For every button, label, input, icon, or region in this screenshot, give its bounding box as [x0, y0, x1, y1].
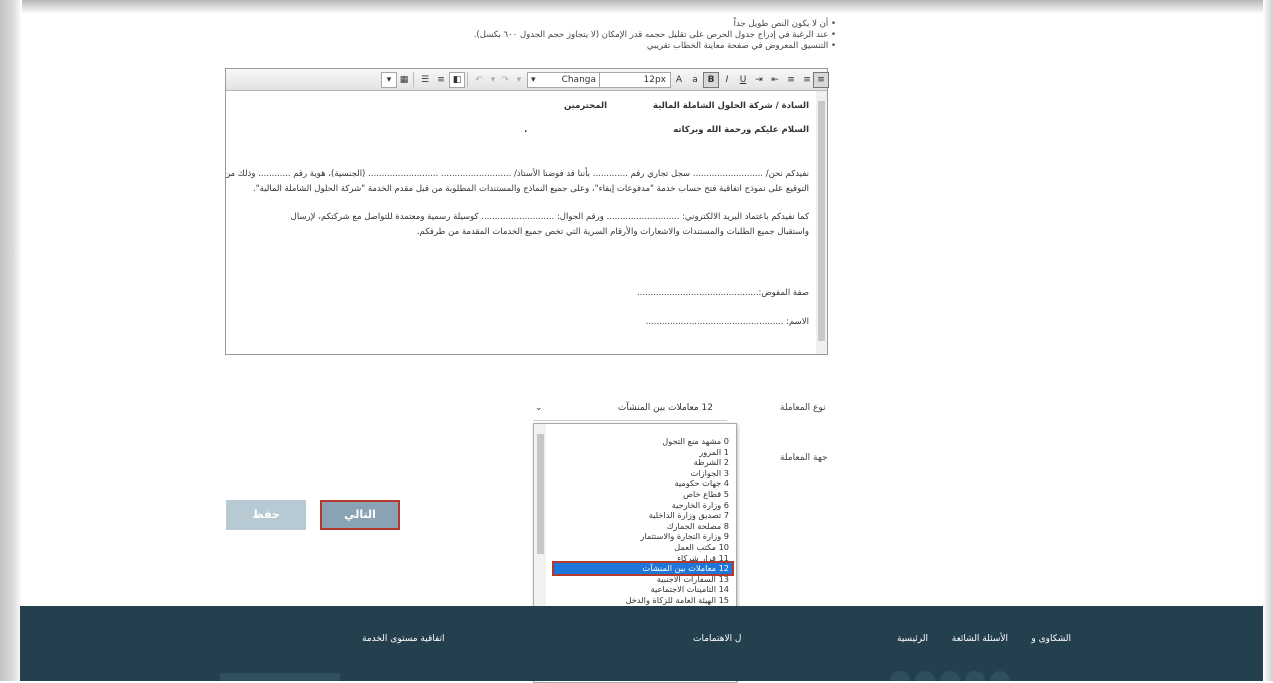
editor-instructions: • أن لا يكون النص طويل جداً • عند الرغبة… — [316, 19, 836, 52]
underline-icon[interactable]: U — [735, 72, 751, 88]
outdent-icon[interactable]: ⇤ — [767, 72, 783, 88]
dropdown-option[interactable]: 3 الجوازات — [554, 468, 732, 479]
dropdown-option[interactable]: 13 السفارات الاجنبية — [554, 574, 732, 585]
footer-decoration — [220, 671, 1010, 681]
bold-icon[interactable]: B — [703, 72, 719, 88]
dropdown-option[interactable]: 14 التامينات الاجتماعية — [554, 584, 732, 595]
footer-nav: الرئيسية الأسئلة الشائعة الشكاوى و ل الا… — [20, 634, 1263, 646]
italic-icon[interactable]: I — [719, 72, 735, 88]
dropdown-option[interactable]: 4 جهات حكومية — [554, 478, 732, 489]
numbered-list-icon[interactable]: ≡ — [433, 72, 449, 88]
format-icon[interactable]: ◧ — [449, 72, 465, 88]
editor-toolbar: ▾ ▦ ☰ ≡ ◧ ↶ ▾ ↷ ▾ ▾ Changa 12px A a B I … — [226, 69, 829, 91]
bullet-list-icon[interactable]: ☰ — [417, 72, 433, 88]
dropdown-option[interactable]: 1 المرور — [554, 447, 732, 458]
window-left-shadow — [0, 0, 22, 681]
signature-name-line: الاسم: .................................… — [645, 317, 809, 327]
redo-dropdown-icon[interactable]: ▾ — [511, 72, 527, 88]
indent-icon[interactable]: ⇥ — [751, 72, 767, 88]
transaction-type-label: نوع المعاملة — [780, 403, 826, 413]
dropdown-option[interactable]: 15 الهيئة العامة للزكاة والدخل — [554, 595, 732, 606]
dropdown-option[interactable]: 5 قطاع خاص — [554, 489, 732, 500]
window-top-shadow — [0, 0, 1273, 14]
rich-text-editor[interactable]: ▾ ▦ ☰ ≡ ◧ ↶ ▾ ↷ ▾ ▾ Changa 12px A a B I … — [225, 68, 829, 355]
editor-content[interactable]: السادة / شركة الحلول الشاملة المالية الم… — [226, 91, 815, 354]
letter-paragraph-1: نفيدكم نحن/ .......................... س… — [226, 169, 809, 179]
dropdown-arrow-icon[interactable]: ▾ — [381, 72, 397, 88]
chevron-down-icon: ⌄ — [535, 403, 543, 413]
transaction-entity-label: جهة المعاملة — [780, 453, 828, 463]
greeting-line: السلام عليكم ورحمة الله وبركاته . — [524, 125, 809, 135]
recipient-line: السادة / شركة الحلول الشاملة المالية الم… — [563, 101, 809, 111]
footer-link-complaints[interactable]: الشكاوى و — [1031, 634, 1071, 644]
next-button[interactable]: التالي — [320, 500, 400, 530]
dropdown-option[interactable]: 0 مشهد منع التجول — [554, 436, 732, 447]
letter-paragraph-4: واستقبال جميع الطلبات والمستندات والاشعا… — [416, 227, 809, 237]
dropdown-option[interactable]: 8 مصلحة الجمارك — [554, 521, 732, 532]
footer-link-faq[interactable]: الأسئلة الشائعة — [952, 634, 1008, 644]
letter-paragraph-2: التوقيع على نموذج اتفاقية فتح حساب خدمة … — [253, 184, 809, 194]
align-right-icon[interactable]: ≡ — [813, 72, 829, 88]
dropdown-option[interactable]: 10 مكتب العمل — [554, 542, 732, 553]
site-footer: الرئيسية الأسئلة الشائعة الشكاوى و ل الا… — [20, 606, 1263, 681]
font-family-value: Changa — [561, 75, 596, 85]
footer-link-sla[interactable]: اتفاقية مستوى الخدمة — [362, 634, 445, 644]
table-icon[interactable]: ▦ — [396, 72, 412, 88]
instruction-item: • أن لا يكون النص طويل جداً — [733, 19, 836, 29]
font-size-up-icon[interactable]: A — [671, 72, 687, 88]
footer-link-home[interactable]: الرئيسية — [897, 634, 928, 644]
dropdown-option[interactable]: 11 قرار شركاء — [554, 553, 732, 564]
window-right-shadow — [1263, 0, 1273, 681]
save-button[interactable]: حفظ — [226, 500, 306, 530]
dropdown-option[interactable]: 6 وزارة الخارجية — [554, 500, 732, 511]
signature-title-line: صفة المفوض:.............................… — [636, 288, 809, 298]
editor-scrollbar[interactable] — [816, 91, 827, 354]
font-size-select[interactable]: 12px — [599, 72, 671, 88]
instruction-item: • التنسيق المعروض في صفحة معاينة الخطاب … — [646, 41, 836, 51]
dropdown-option[interactable]: 12 معاملات بين المنشآت — [552, 561, 734, 576]
footer-link-interests[interactable]: ل الاهتمامات — [693, 634, 741, 644]
dropdown-option[interactable]: 9 وزارة التجارة والاستثمار — [554, 531, 732, 542]
font-size-down-icon[interactable]: a — [687, 72, 703, 88]
dropdown-option[interactable]: 2 الشرطة — [554, 457, 732, 468]
transaction-type-select[interactable]: 12 معاملات بين المنشآت ⌄ — [533, 396, 727, 421]
font-size-value: 12px — [643, 75, 667, 85]
transaction-type-value: 12 معاملات بين المنشآت — [617, 403, 713, 413]
instruction-item: • عند الرغبة في إدراج جدول الحرص على تقل… — [473, 30, 836, 40]
align-left-icon[interactable]: ≡ — [783, 72, 799, 88]
dropdown-option[interactable]: 7 تصديق وزارة الداخلية — [554, 510, 732, 521]
font-family-select[interactable]: ▾ Changa — [527, 72, 601, 88]
font-select-arrow-icon: ▾ — [531, 75, 536, 85]
letter-paragraph-3: كما نفيدكم باعتماد البريد الالكتروني: ..… — [290, 212, 809, 222]
